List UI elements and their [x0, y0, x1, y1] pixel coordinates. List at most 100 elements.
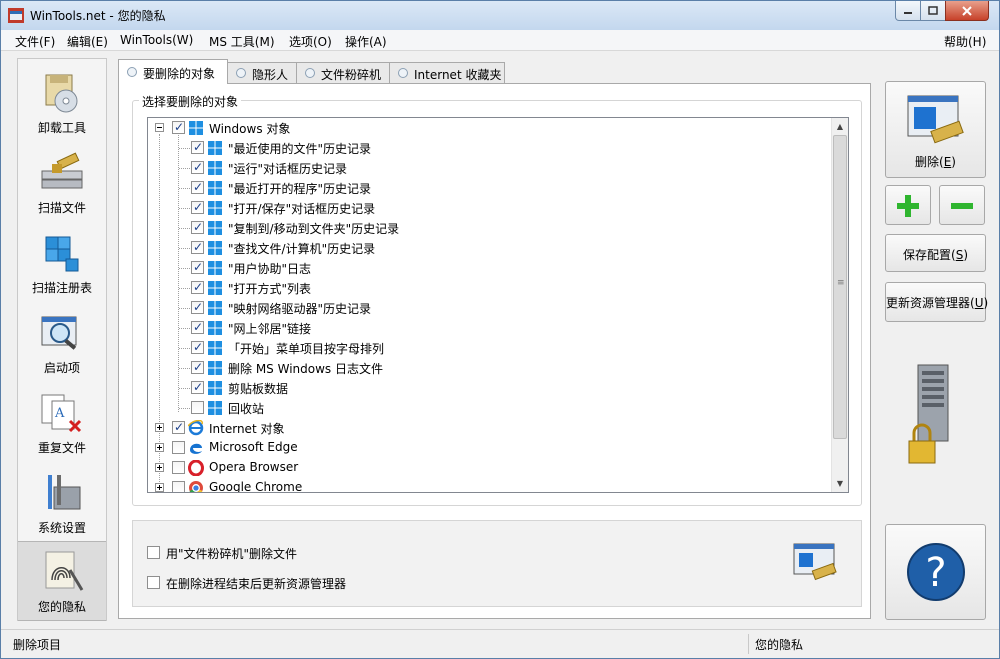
tree-checkbox[interactable] [172, 461, 185, 474]
expand-icon[interactable] [155, 483, 164, 492]
tree-label: "查找文件/计算机"历史记录 [228, 242, 376, 256]
tree-checkbox[interactable]: ✓ [191, 160, 204, 174]
tree-checkbox[interactable]: ✓ [191, 280, 204, 294]
tree-row[interactable]: ✓ "打开/保存"对话框历史记录 [148, 198, 832, 218]
window-title: WinTools.net - 您的隐私 [30, 9, 166, 23]
sidebar-item-scan-files[interactable]: 扫描文件 [18, 143, 106, 223]
tree-row[interactable]: Google Chrome [148, 478, 832, 492]
sidebar-item-duplicates[interactable]: A 重复文件 [18, 383, 106, 463]
tree-row[interactable]: ✓ "映射网络驱动器"历史记录 [148, 298, 832, 318]
tree-checkbox[interactable]: ✓ [191, 200, 204, 214]
tree-checkbox[interactable]: ✓ [191, 340, 204, 354]
menu-options[interactable]: 选项(O) [289, 33, 332, 50]
tree-row-windows[interactable]: ✓ Windows 对象 [148, 118, 832, 138]
windows-logo-icon [208, 401, 222, 415]
tree-checkbox[interactable]: ✓ [191, 220, 204, 234]
tree-checkbox[interactable] [172, 481, 185, 492]
tree-row[interactable]: ✓ 删除 MS Windows 日志文件 [148, 358, 832, 378]
status-right: 您的隐私 [755, 638, 804, 652]
windows-logo-icon [208, 281, 222, 295]
tree-row[interactable]: ✓ 剪贴板数据 [148, 378, 832, 398]
tree-row[interactable]: 回收站 [148, 398, 832, 418]
tree-line [179, 308, 190, 309]
expand-icon[interactable] [155, 423, 164, 432]
tree-row[interactable]: ✓ "用户协助"日志 [148, 258, 832, 278]
sidebar-label-uninstall: 卸载工具 [37, 121, 86, 135]
tree-checkbox[interactable]: ✓ [191, 360, 204, 374]
tree-row[interactable]: ✓ "复制到/移动到文件夹"历史记录 [148, 218, 832, 238]
tree-label: "网上邻居"链接 [228, 322, 312, 336]
sidebar-item-scan-registry[interactable]: 扫描注册表 [18, 223, 106, 303]
menu-file[interactable]: 文件(F) [15, 33, 55, 50]
tree-checkbox[interactable]: ✓ [191, 180, 204, 194]
add-button[interactable] [885, 185, 931, 225]
tree-row[interactable]: ✓ Internet 对象 [148, 418, 832, 438]
tree-line [179, 248, 190, 249]
maximize-button[interactable] [920, 1, 946, 21]
tree-checkbox[interactable] [172, 441, 185, 454]
tree-checkbox[interactable]: ✓ [191, 300, 204, 314]
remove-button[interactable] [939, 185, 985, 225]
windows-logo-icon [208, 381, 222, 395]
menu-ms-tools[interactable]: MS 工具(M) [209, 33, 275, 50]
tree-row[interactable]: Opera Browser [148, 458, 832, 478]
tree-row[interactable]: ✓ "网上邻居"链接 [148, 318, 832, 338]
menu-help[interactable]: 帮助(H) [944, 33, 986, 50]
menu-wintools[interactable]: WinTools(W) [120, 33, 193, 47]
tree-line [179, 208, 190, 209]
tree-checkbox[interactable] [191, 401, 204, 414]
tree-checkbox[interactable]: ✓ [191, 380, 204, 394]
tree-row[interactable]: ✓ "查找文件/计算机"历史记录 [148, 238, 832, 258]
eraser-window-icon [793, 543, 837, 581]
app-window: WinTools.net - 您的隐私 文件(F) 编辑(E) WinTools… [0, 0, 1000, 659]
tree-checkbox[interactable]: ✓ [191, 140, 204, 154]
menu-edit[interactable]: 编辑(E) [67, 33, 108, 50]
tree-checkbox[interactable]: ✓ [191, 320, 204, 334]
tree-row[interactable]: ✓ "最近打开的程序"历史记录 [148, 178, 832, 198]
menu-actions[interactable]: 操作(A) [345, 33, 387, 50]
tree-row[interactable]: ✓ "打开方式"列表 [148, 278, 832, 298]
refresh-explorer-button[interactable]: 更新资源管理器(U) [885, 282, 988, 322]
tab-radio-icon [398, 68, 408, 78]
server-lock-icon [908, 364, 949, 464]
scroll-down-icon[interactable]: ▼ [832, 475, 848, 492]
sidebar-item-privacy[interactable]: 您的隐私 [18, 541, 106, 621]
tree-checkbox[interactable]: ✓ [172, 120, 185, 134]
minimize-button[interactable] [895, 1, 921, 21]
sidebar-item-uninstall[interactable]: 卸载工具 [18, 63, 106, 143]
title-bar[interactable]: WinTools.net - 您的隐私 [1, 1, 999, 30]
status-bar: 删除项目 您的隐私 [1, 629, 999, 658]
windows-logo-icon [208, 161, 222, 175]
expand-icon[interactable] [155, 443, 164, 452]
tab-invisible-man[interactable]: 隐形人 [227, 62, 297, 83]
option-checkbox[interactable] [147, 546, 160, 559]
svg-text:?: ? [925, 550, 946, 596]
scan-files-icon [41, 152, 83, 189]
tree-row[interactable]: Microsoft Edge [148, 438, 832, 458]
option-checkbox[interactable] [147, 576, 160, 589]
delete-button[interactable]: 删除(E) [885, 81, 986, 178]
tab-objects-to-delete[interactable]: 要删除的对象 [118, 59, 228, 84]
expand-icon[interactable] [155, 463, 164, 472]
save-config-button[interactable]: 保存配置(S) [885, 234, 986, 272]
tree-line [179, 168, 190, 169]
tree-scrollbar[interactable]: ▲ ≡ ▼ [831, 118, 848, 492]
edge-icon [190, 443, 202, 454]
tree-row[interactable]: ✓ "最近使用的文件"历史记录 [148, 138, 832, 158]
close-button[interactable] [945, 1, 989, 21]
help-button[interactable]: ? [885, 524, 986, 620]
scroll-thumb[interactable]: ≡ [833, 135, 847, 439]
sidebar-item-system-settings[interactable]: 系统设置 [18, 463, 106, 543]
tree-label: "最近使用的文件"历史记录 [228, 142, 372, 156]
tree-checkbox[interactable]: ✓ [191, 260, 204, 274]
maximize-icon [928, 5, 938, 15]
tab-file-shredder[interactable]: 文件粉碎机 [296, 62, 390, 83]
sidebar-item-startup[interactable]: 启动项 [18, 303, 106, 383]
tree-checkbox[interactable]: ✓ [191, 240, 204, 254]
tree-row[interactable]: ✓ "运行"对话框历史记录 [148, 158, 832, 178]
tree-row[interactable]: ✓ 「开始」菜单项目按字母排列 [148, 338, 832, 358]
tree-checkbox[interactable]: ✓ [172, 420, 185, 434]
tab-internet-favorites[interactable]: Internet 收藏夹 [389, 62, 505, 83]
scroll-up-icon[interactable]: ▲ [832, 118, 848, 135]
collapse-icon[interactable] [155, 123, 164, 132]
